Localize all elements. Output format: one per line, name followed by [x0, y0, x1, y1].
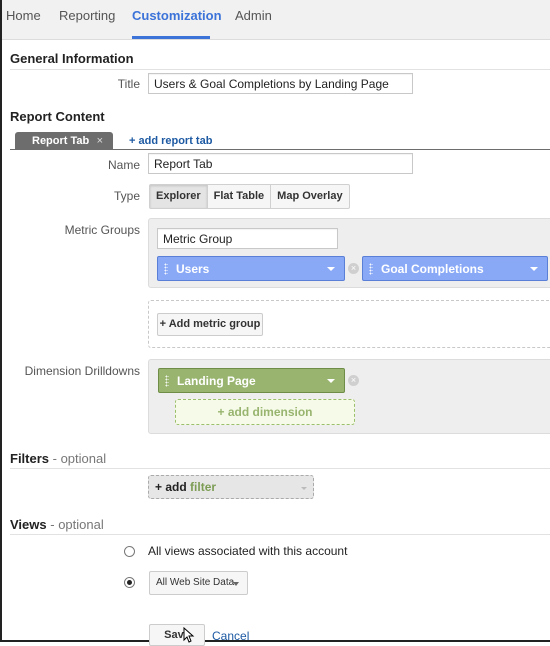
section-divider	[10, 69, 550, 70]
add-filter-word: filter	[190, 480, 217, 494]
title-label: Title	[117, 77, 140, 91]
report-tab-label: Report Tab	[32, 135, 90, 147]
view-select[interactable]: All Web Site Data	[149, 571, 248, 595]
report-tab[interactable]: Report Tab ×	[15, 132, 113, 150]
dimension-chip-landing-page[interactable]: Landing Page	[158, 368, 345, 393]
nav-home[interactable]: Home	[6, 8, 41, 23]
section-divider	[10, 468, 550, 469]
nav-customization[interactable]: Customization	[132, 8, 222, 23]
dimension-chip-label: Landing Page	[177, 374, 256, 388]
optional-label: - optional	[52, 451, 107, 466]
filters-heading-text: Filters	[10, 451, 50, 466]
optional-label: - optional	[50, 517, 104, 532]
views-heading: Views - optional	[10, 517, 104, 532]
add-dimension-button[interactable]: + add dimension	[175, 399, 355, 425]
metric-group-name-input[interactable]	[157, 228, 338, 249]
save-button[interactable]: Save	[149, 624, 205, 646]
filters-heading: Filters - optional	[10, 451, 106, 466]
chevron-down-icon[interactable]	[327, 267, 335, 271]
cancel-link[interactable]: Cancel	[212, 629, 249, 643]
chevron-down-icon[interactable]	[327, 379, 335, 383]
drag-handle-icon[interactable]	[369, 263, 373, 275]
close-icon[interactable]: ×	[97, 135, 103, 147]
top-navigation: Home Reporting Customization Admin	[2, 0, 550, 40]
remove-metric-icon[interactable]: ×	[348, 263, 359, 274]
metric-groups-label: Metric Groups	[64, 223, 140, 237]
type-explorer-button[interactable]: Explorer	[149, 184, 208, 209]
type-label: Type	[113, 189, 140, 203]
chevron-down-icon	[301, 487, 307, 490]
type-flat-table-button[interactable]: Flat Table	[206, 184, 272, 209]
type-map-overlay-button[interactable]: Map Overlay	[270, 184, 350, 209]
metric-chip-label: Users	[176, 262, 210, 276]
chevron-down-icon	[233, 582, 239, 586]
drag-handle-icon[interactable]	[164, 263, 168, 275]
radio-selected-view[interactable]	[124, 577, 135, 588]
all-views-label: All views associated with this account	[148, 544, 348, 558]
mouse-cursor-icon	[183, 627, 195, 643]
metric-chip-users[interactable]: Users	[157, 256, 345, 281]
active-tab-indicator	[132, 36, 210, 39]
add-metric-group-button[interactable]: + Add metric group	[157, 313, 263, 336]
remove-dimension-icon[interactable]: ×	[348, 375, 359, 386]
title-input[interactable]	[148, 73, 413, 94]
general-information-heading: General Information	[10, 51, 134, 66]
views-heading-text: Views	[10, 517, 47, 532]
add-report-tab-link[interactable]: + add report tab	[129, 135, 212, 147]
nav-admin[interactable]: Admin	[235, 8, 272, 23]
view-select-value: All Web Site Data	[156, 577, 235, 588]
section-divider	[10, 534, 550, 535]
metric-chip-goal-completions[interactable]: Goal Completions	[362, 256, 548, 281]
chevron-down-icon[interactable]	[530, 267, 538, 271]
type-button-group: Explorer Flat Table Map Overlay	[149, 184, 350, 209]
add-filter-prefix: + add	[155, 480, 187, 494]
dimension-drilldowns-label: Dimension Drilldowns	[24, 364, 140, 378]
tab-bar-line	[10, 149, 550, 150]
report-content-heading: Report Content	[10, 109, 105, 124]
drag-handle-icon[interactable]	[165, 375, 169, 387]
add-filter-button[interactable]: + add filter	[148, 475, 314, 499]
radio-all-views[interactable]	[124, 546, 135, 557]
name-label: Name	[107, 158, 140, 172]
metric-chip-label: Goal Completions	[381, 262, 484, 276]
nav-reporting[interactable]: Reporting	[59, 8, 115, 23]
name-input[interactable]	[148, 153, 413, 174]
